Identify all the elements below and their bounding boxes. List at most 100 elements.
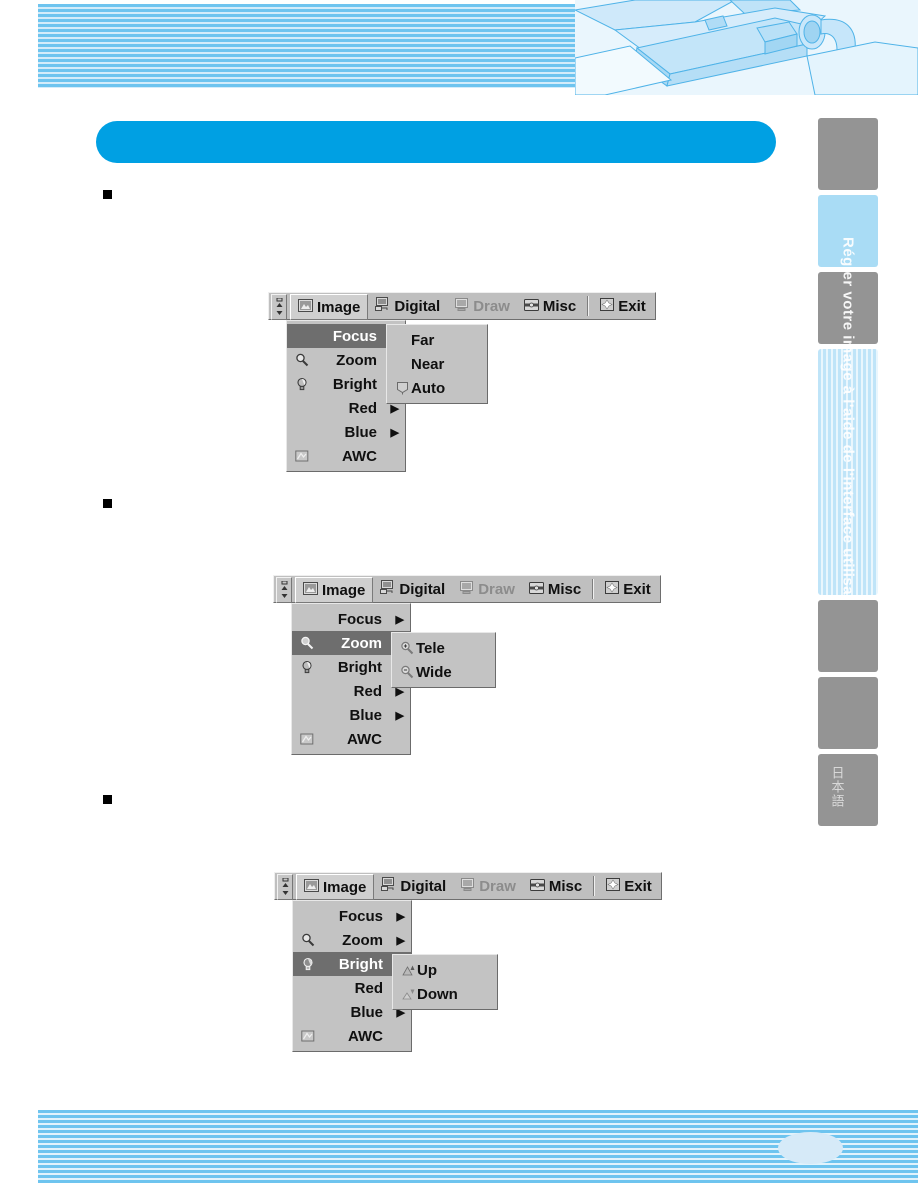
menubar-item-misc[interactable]: Misc [523,874,589,898]
menubar-item-misc[interactable]: Misc [522,577,588,601]
magnifier-plus-icon [398,641,416,655]
menubar-item-image[interactable]: Image [296,874,375,900]
bullet-marker-2 [103,499,112,508]
digital-icon [380,580,395,598]
menubar-item-digital[interactable]: Digital [368,294,447,318]
drag-grip-icon[interactable] [277,874,293,900]
draw-icon [454,297,469,315]
image-icon [304,878,319,896]
menubar-item-draw[interactable]: Draw [447,294,517,318]
menubar-label-digital: Digital [394,297,441,315]
menu-label-zoom: Zoom [336,351,377,369]
menubar-item-draw[interactable]: Draw [452,577,522,601]
submenu-item-auto[interactable]: Auto [387,376,487,400]
submenu-item-far[interactable]: Far [387,328,487,352]
menu-label-blue: Blue [350,1003,383,1021]
menubar-item-misc[interactable]: Misc [517,294,583,318]
auto-focus-icon [393,381,411,395]
menu-label-focus: Focus [332,327,377,345]
menu-label-bright: Bright [338,955,383,973]
side-tab-label-jp: 日本語 [829,766,845,808]
menu-item-awc[interactable]: AWC [293,1024,411,1048]
awc-icon [298,733,316,746]
exit-icon [600,297,615,315]
side-tab-6[interactable] [818,677,878,749]
menubar-item-draw[interactable]: Draw [453,874,523,898]
bright-down-icon [399,988,417,1000]
submenu-label-down: Down [417,985,458,1003]
menu-item-awc[interactable]: AWC [287,444,405,468]
menubar-item-image[interactable]: Image [295,577,374,603]
drag-grip-icon[interactable] [271,294,287,320]
menubar-item-image[interactable]: Image [290,294,369,320]
submenu-item-up[interactable]: Up [393,958,497,982]
menubar-label-misc: Misc [548,877,583,895]
submenu-item-tele[interactable]: Tele [392,636,495,660]
menubar-label-image: Image [317,298,361,316]
bulb-icon [298,660,316,674]
menu-item-focus[interactable]: Focus ▶ [292,607,410,631]
menubar-label-image: Image [323,878,367,896]
menubar-separator [593,876,596,896]
side-tab-1[interactable] [818,118,878,190]
menubar-label-draw: Draw [473,297,510,315]
menu-item-blue[interactable]: Blue ▶ [292,703,410,727]
submenu-label-near: Near [411,355,445,373]
chevron-right-icon: ▶ [390,426,399,439]
menubar-item-exit[interactable]: Exit [598,577,658,601]
section-title-banner [96,121,776,163]
submenu-item-down[interactable]: Down [393,982,497,1006]
menubar-item-exit[interactable]: Exit [593,294,653,318]
page-footer [38,1110,918,1183]
menu-label-blue: Blue [349,706,382,724]
draw-icon [460,877,475,895]
menu-item-zoom[interactable]: Zoom ▶ [293,928,411,952]
side-tab-current-section[interactable]: Régler votre image à l'aide de l'interfa… [818,237,878,707]
chevron-right-icon: ▶ [395,613,404,626]
focus-submenu-panel: Far Near Auto [386,324,488,404]
menu-bar: Image Digital Draw Misc Exit [268,292,656,320]
awc-icon [293,450,311,463]
side-tab-column: Régler votre image à l'aide de l'interfa… [818,118,878,831]
exit-icon [605,580,620,598]
focus-submenu-figure: Image Digital Draw Misc Exit Focus Zoom … [268,292,656,472]
submenu-label-far: Far [411,331,435,349]
chevron-right-icon: ▶ [396,934,405,947]
menu-label-blue: Blue [344,423,377,441]
drag-grip-icon[interactable] [276,577,292,603]
menubar-item-digital[interactable]: Digital [374,874,453,898]
menubar-separator [587,296,590,316]
submenu-label-tele: Tele [416,639,445,657]
menubar-label-draw: Draw [478,580,515,598]
submenu-item-wide[interactable]: Wide [392,660,495,684]
menubar-label-misc: Misc [547,580,582,598]
menu-bar: Image Digital Draw Misc Exit [274,872,662,900]
menu-item-blue[interactable]: Blue ▶ [287,420,405,444]
menu-label-zoom: Zoom [342,931,383,949]
bright-up-icon [399,964,417,976]
menubar-label-digital: Digital [399,580,446,598]
side-tab-5[interactable] [818,600,878,672]
bright-submenu-panel: Up Down [392,954,498,1010]
side-tab-japanese[interactable]: 日本語 [818,754,878,826]
menubar-item-digital[interactable]: Digital [373,577,452,601]
bulb-icon [299,957,317,971]
menubar-label-image: Image [322,581,366,599]
section-title-text [96,121,776,141]
image-icon [298,298,313,316]
chevron-right-icon: ▶ [395,709,404,722]
menu-item-focus[interactable]: Focus ▶ [293,904,411,928]
menubar-item-exit[interactable]: Exit [599,874,659,898]
digital-icon [375,297,390,315]
page-header [0,0,918,95]
misc-icon [529,878,545,895]
magnifier-icon [298,636,316,650]
misc-icon [528,581,544,598]
submenu-label-auto: Auto [411,379,446,397]
misc-icon [523,298,539,315]
submenu-item-near[interactable]: Near [387,352,487,376]
menu-label-focus: Focus [337,610,382,628]
magnifier-icon [293,353,311,367]
menu-item-awc[interactable]: AWC [292,727,410,751]
chevron-right-icon: ▶ [396,910,405,923]
